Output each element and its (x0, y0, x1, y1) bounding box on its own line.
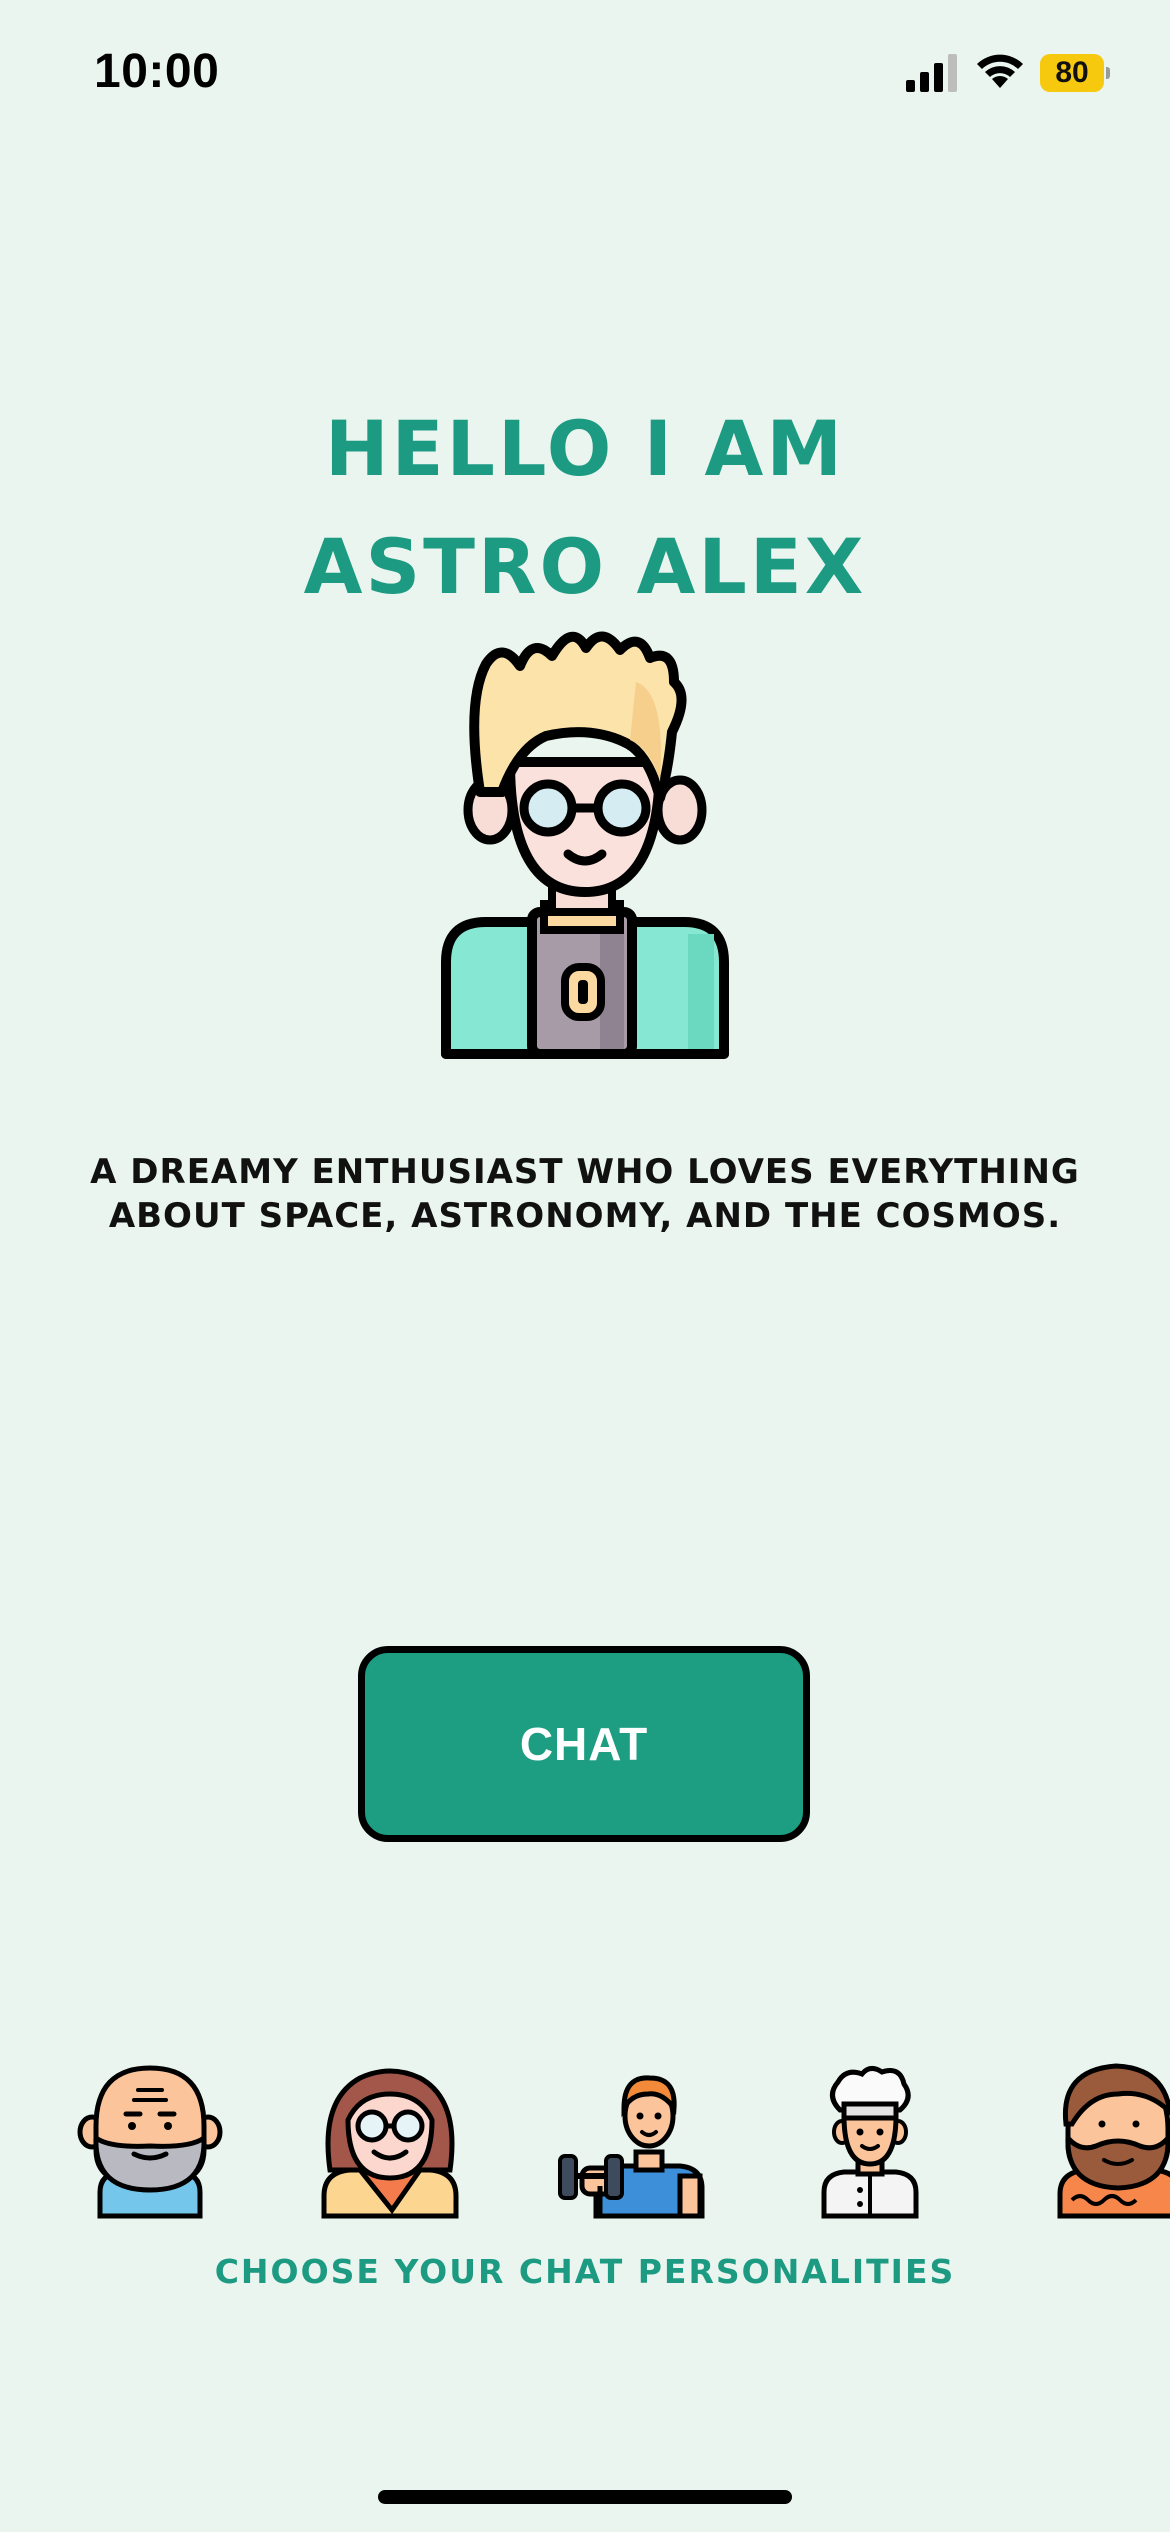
personality-description: A DREAMY ENTHUSIAST WHO LOVES EVERYTHING… (60, 1150, 1110, 1238)
wifi-icon (977, 54, 1023, 88)
personality-carousel[interactable] (0, 2060, 1170, 2230)
persona-bearded-man[interactable] (1040, 2060, 1170, 2220)
status-time: 10:00 (94, 45, 220, 98)
title-line-2: ASTRO ALEX (303, 522, 867, 611)
persona-woman-glasses[interactable] (310, 2060, 470, 2220)
description-line-1: A DREAMY ENTHUSIAST WHO LOVES EVERYTHING (90, 1152, 1080, 1192)
woman-glasses-avatar-icon (321, 2068, 459, 2219)
persona-chef[interactable] (790, 2060, 950, 2220)
chat-button[interactable]: CHAT (358, 1646, 810, 1842)
title-line-1: HELLO I AM (325, 404, 845, 493)
old-sage-avatar-icon (77, 2065, 223, 2219)
battery-level: 80 (1040, 54, 1104, 92)
signal-icon (906, 54, 957, 92)
choose-personalities-label: CHOOSE YOUR CHAT PERSONALITIES (214, 2252, 956, 2291)
chef-avatar-icon (821, 2066, 919, 2219)
fitness-trainer-avatar-icon (558, 2075, 705, 2219)
bearded-man-avatar-icon (1057, 2063, 1170, 2219)
battery-icon: 80 (1040, 54, 1110, 92)
home-indicator[interactable] (378, 2490, 792, 2504)
persona-old-sage[interactable] (70, 2060, 230, 2220)
status-bar: 10:00 80 (0, 0, 1170, 140)
astro-alex-avatar (441, 631, 729, 1059)
description-line-2: ABOUT SPACE, ASTRONOMY, AND THE COSMOS. (108, 1196, 1062, 1236)
page-title: HELLO I AM ASTRO ALEX (0, 390, 1170, 626)
persona-fitness-trainer[interactable] (556, 2060, 716, 2220)
